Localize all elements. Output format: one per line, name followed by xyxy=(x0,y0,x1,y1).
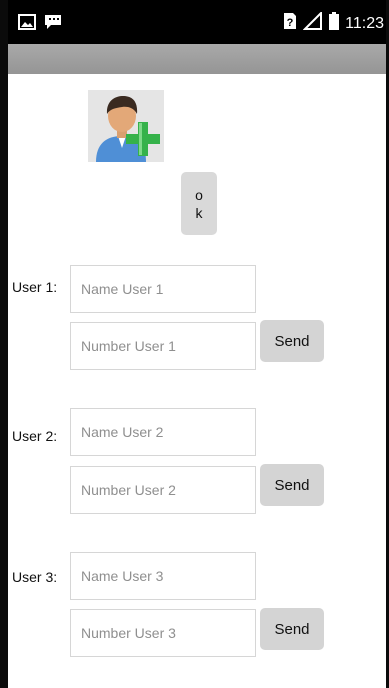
ok-button-label-2: k xyxy=(195,204,203,221)
send-user-1-button[interactable]: Send xyxy=(260,320,324,362)
image-icon xyxy=(18,14,36,35)
signal-icon xyxy=(302,10,323,35)
ok-button-label-1: o xyxy=(195,186,203,203)
name-user-2-input[interactable] xyxy=(70,408,256,456)
number-user-3-input[interactable] xyxy=(70,609,256,657)
message-icon xyxy=(44,14,62,35)
name-user-1-input[interactable] xyxy=(70,265,256,313)
user-2-label: User 2: xyxy=(12,428,58,444)
status-time: 11:23 xyxy=(345,14,384,32)
title-bar xyxy=(8,44,386,74)
ok-button[interactable]: o k xyxy=(181,172,217,235)
svg-text:?: ? xyxy=(287,17,294,29)
number-user-1-input[interactable] xyxy=(70,322,256,370)
battery-icon xyxy=(329,12,340,35)
number-user-2-input[interactable] xyxy=(70,466,256,514)
send-user-3-button[interactable]: Send xyxy=(260,608,324,650)
user-3-label: User 3: xyxy=(12,569,58,585)
user-1-label: User 1: xyxy=(12,279,58,295)
add-user-icon xyxy=(88,90,164,162)
name-user-3-input[interactable] xyxy=(70,552,256,600)
status-bar: ? 11:23 xyxy=(8,0,386,44)
send-user-2-button[interactable]: Send xyxy=(260,464,324,506)
sim-question-icon: ? xyxy=(283,12,297,35)
